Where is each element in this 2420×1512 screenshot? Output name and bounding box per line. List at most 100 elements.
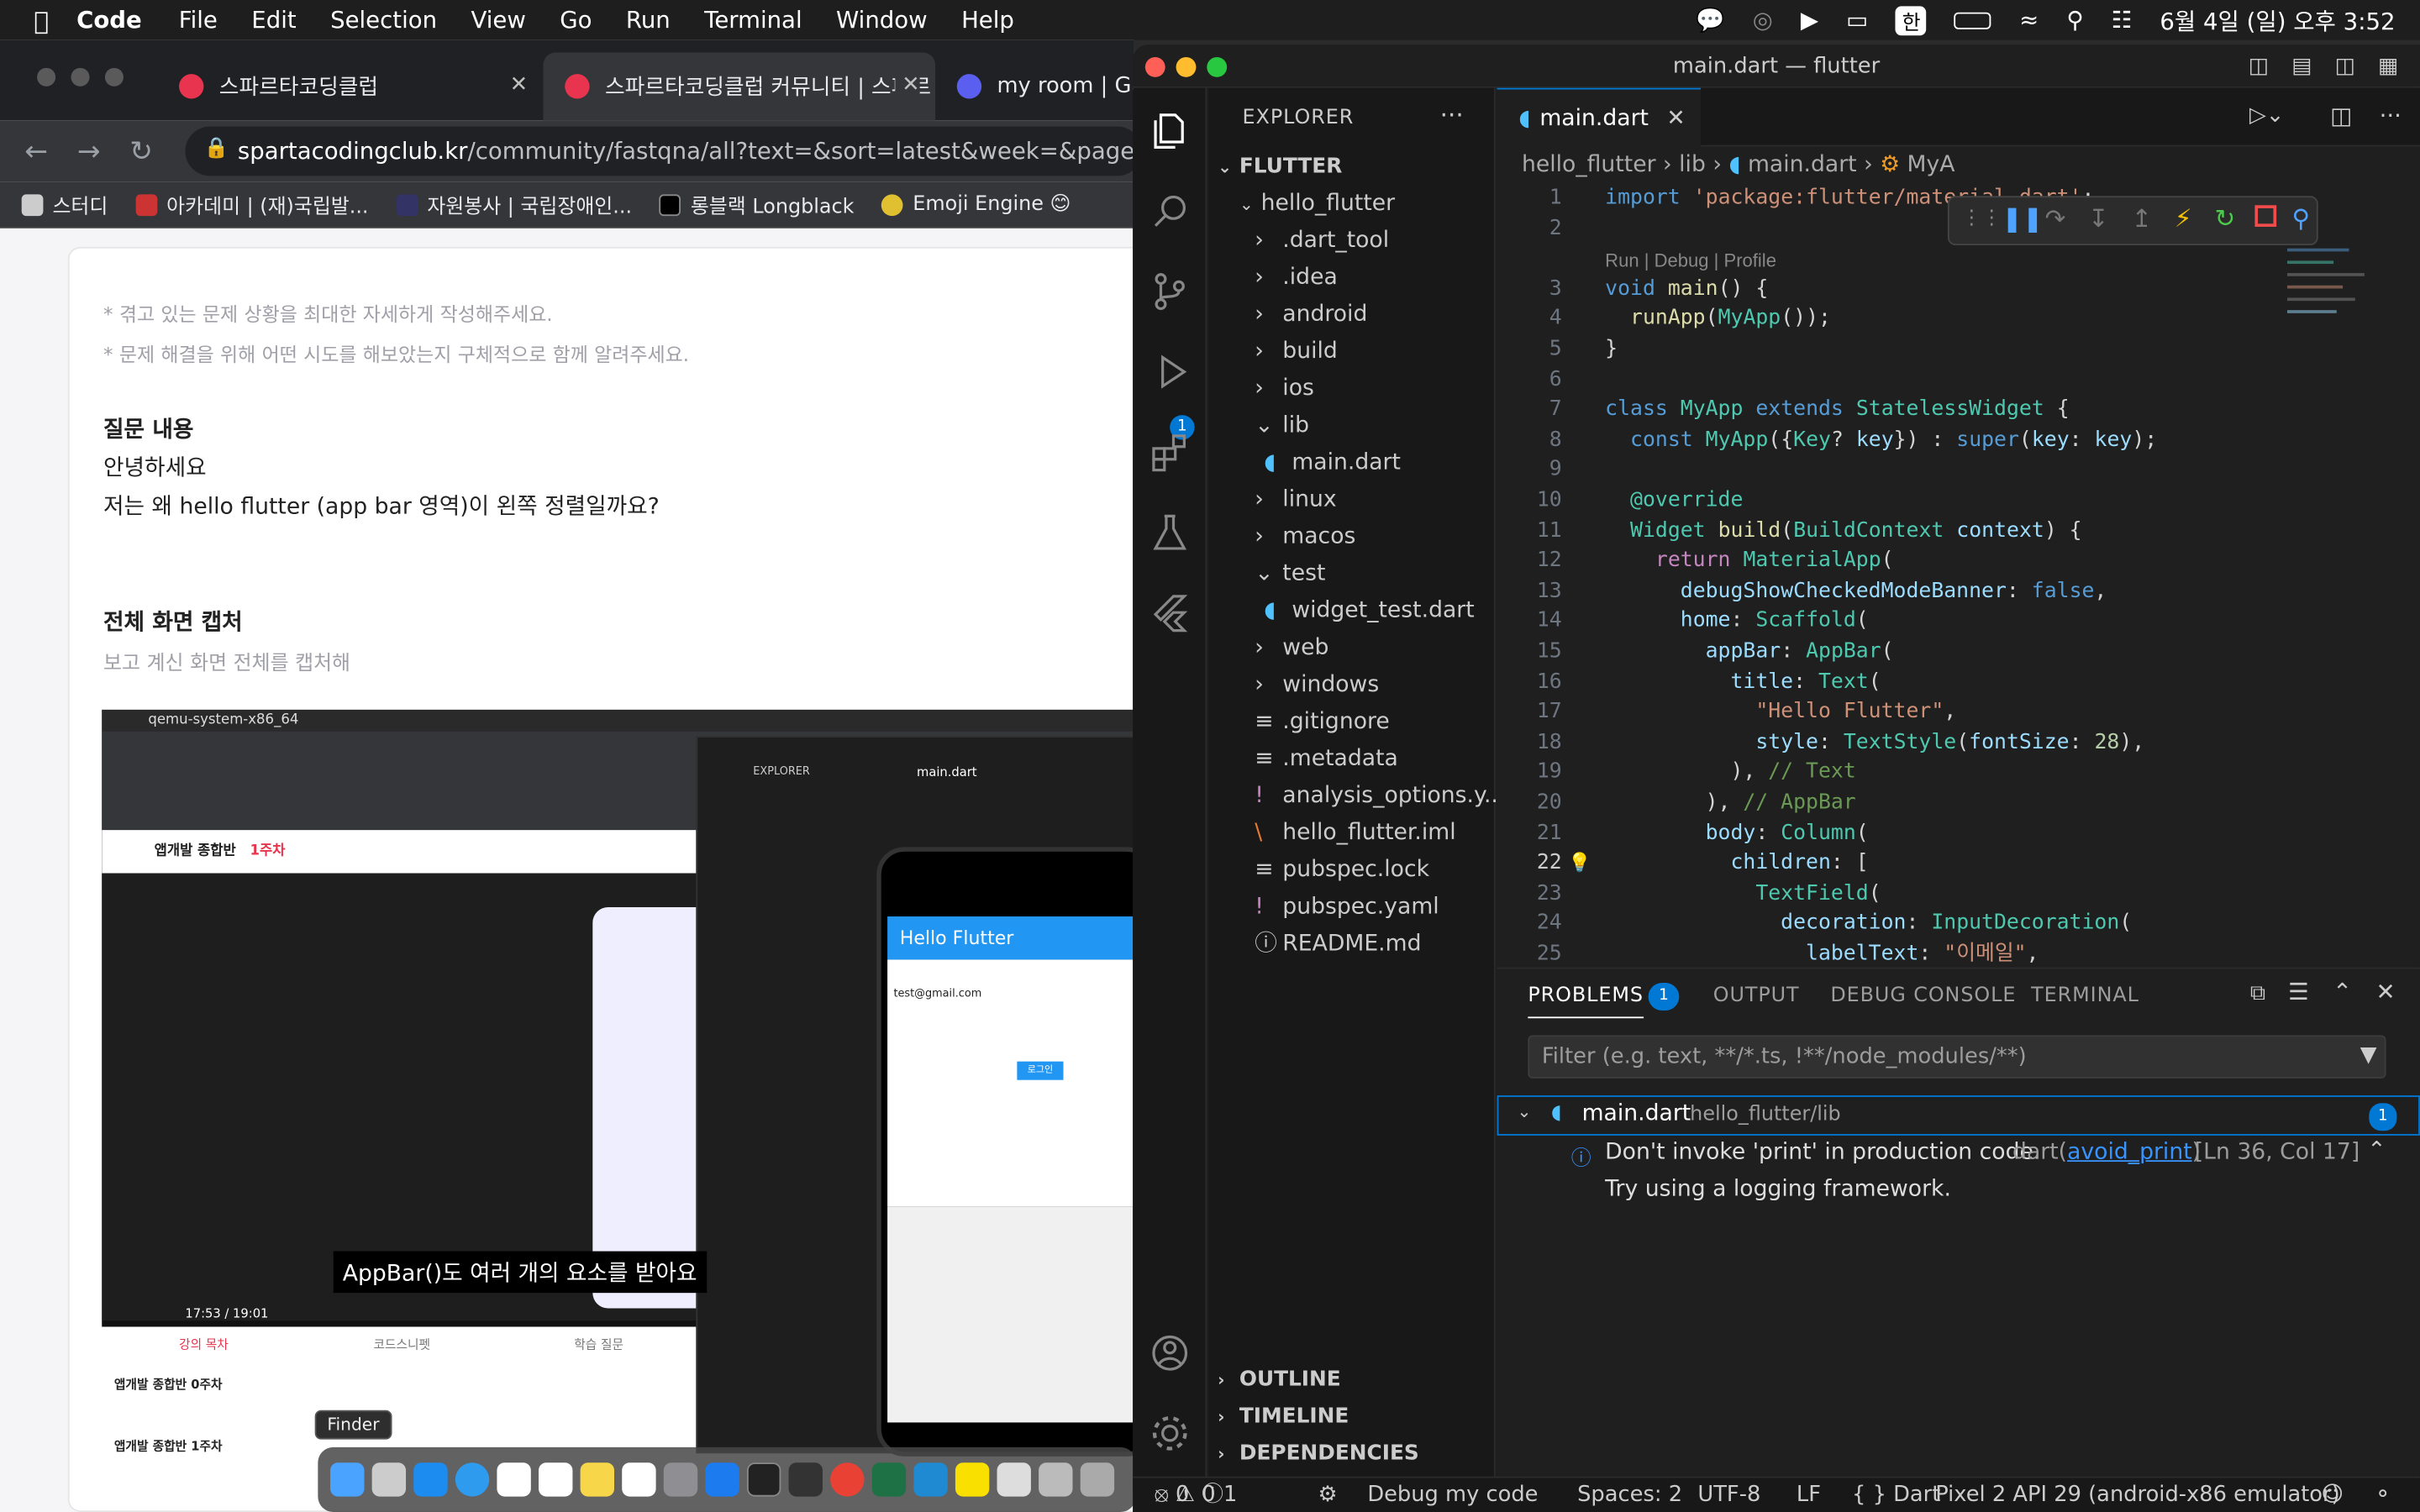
menu-terminal[interactable]: Terminal [704,6,802,34]
reload-icon[interactable]: ↻ [129,135,160,168]
close-window-button[interactable] [1144,56,1165,77]
minimize-window-button[interactable] [1176,56,1197,77]
week-1-item[interactable]: 앱개발 종합반 1주차 [114,1438,223,1455]
tab-code-snippet[interactable]: 코드스니펫 [373,1336,430,1353]
filter-funnel-icon[interactable]: ▼ [2360,1043,2377,1068]
tree-item-pubspec-yaml[interactable]: ! pubspec.yaml [1255,890,1439,924]
bookmark-longblack[interactable]: 롱블랙 Longblack [660,190,854,219]
question-line-2[interactable]: 저는 왜 hello flutter (app bar 영역)이 왼쪽 정렬일까… [103,489,660,522]
chrome-tab-1[interactable]: 스파르타코딩클럽 ✕ [157,52,543,120]
collapse-problem-icon[interactable]: ⌃ [2367,1138,2386,1163]
display-icon[interactable]: ▭ [1846,6,1868,34]
problem-rule-link[interactable]: avoid_print [2067,1140,2192,1164]
feedback-icon[interactable]: ☺ [2321,1478,2344,1512]
app-store-icon[interactable] [413,1462,448,1497]
tree-item-lib[interactable]: ⌄ lib [1255,409,1309,443]
step-into-icon[interactable]: ↧ [2088,203,2109,233]
freeform-icon[interactable] [622,1462,656,1497]
maximize-panel-icon[interactable]: ⌃ [2333,978,2352,1005]
pycharm-icon[interactable] [788,1462,823,1497]
tree-item-test[interactable]: ⌄ test [1255,557,1325,591]
safari-icon[interactable] [455,1462,490,1497]
input-method-indicator[interactable]: 한 [1896,5,1927,35]
tree-item-widget-test-dart[interactable]: ◖ widget_test.dart [1264,594,1474,627]
section-dependencies[interactable]: › DEPENDENCIES [1218,1436,1419,1470]
menu-file[interactable]: File [179,6,218,34]
minimap[interactable] [2286,242,2396,412]
control-center-icon[interactable]: ☷ [2112,6,2133,34]
broadcast-icon[interactable]: ◎ [1753,6,1773,34]
tree-item-analysis-options-y[interactable]: ! analysis_options.y... [1255,780,1505,813]
breadcrumb-item[interactable]: MyA [1907,153,1955,177]
breadcrumb-item[interactable]: lib [1679,153,1706,177]
testing-icon[interactable] [1149,511,1192,554]
explorer-icon[interactable] [1149,109,1192,152]
code-line[interactable]: decoration: InputDecoration( [1605,910,2132,940]
step-over-icon[interactable]: ↷ [2045,203,2066,233]
code-line[interactable]: return MaterialApp( [1605,547,1894,577]
close-panel-icon[interactable]: ✕ [2375,978,2395,1005]
notes-icon[interactable] [580,1462,615,1497]
copy-icon[interactable]: ⧉ [2250,981,2265,1005]
notion-icon[interactable] [539,1462,573,1497]
breadcrumb-item[interactable]: main.dart [1748,153,1857,177]
bookmark-study[interactable]: 스터디 [21,190,108,219]
tree-item-android[interactable]: › android [1255,297,1367,331]
chat-icon[interactable]: 💬 [1696,6,1724,34]
flutter-icon[interactable] [1149,591,1192,633]
tree-item-build[interactable]: › build [1255,335,1338,369]
menu-run[interactable]: Run [626,6,671,34]
menubar-clock[interactable]: 6월 4일 (일) 오후 3:52 [2160,4,2395,37]
files-icon[interactable] [1039,1462,1073,1497]
settings-icon[interactable] [663,1462,698,1497]
chrome-icon[interactable] [830,1462,865,1497]
tree-item-ios[interactable]: › ios [1255,372,1314,406]
tree-item-linux[interactable]: › linux [1255,483,1336,517]
code-line[interactable]: ), // AppBar [1605,789,1856,819]
app-menu-code[interactable]: Code [76,6,142,34]
code-line[interactable]: TextField( [1605,879,1881,910]
code-line[interactable]: runApp(MyApp()); [1605,305,1831,335]
problems-filter-input[interactable]: Filter (e.g. text, **/*.ts, !**/node_mod… [1528,1035,2386,1079]
indentation-status[interactable]: Spaces: 2 [1577,1478,1682,1512]
code-line[interactable]: const MyApp({Key? key}) : super(key: key… [1605,426,2157,456]
xcode-icon[interactable] [705,1462,739,1497]
battery-icon[interactable] [1954,11,1992,29]
tab-terminal[interactable]: TERMINAL [2031,984,2139,1008]
minimize-window-button[interactable] [71,67,90,87]
code-line[interactable]: children: [ [1605,849,1868,879]
code-line[interactable]: title: Text( [1605,668,1881,698]
kakaotalk-icon[interactable] [955,1462,990,1497]
breadcrumb-item[interactable]: hello_flutter [1522,153,1656,177]
tree-item-pubspec-lock[interactable]: ≡ pubspec.lock [1255,853,1429,887]
editor-more-icon[interactable]: ··· [2380,102,2402,129]
close-window-button[interactable] [37,67,56,87]
tree-item-hello-flutter[interactable]: ⌄ hello_flutter [1239,186,1395,220]
lightbulb-icon[interactable]: 💡 [1568,849,1591,879]
wifi-icon[interactable]: ≈ [2019,6,2039,34]
run-debug-icon[interactable] [1149,350,1192,393]
problem-file-row[interactable]: ⌄ ◖ main.dart hello_flutter/lib 1 [1497,1095,2420,1136]
split-editor-icon[interactable]: ◫ [2330,102,2352,129]
restart-icon[interactable]: ↻ [2215,203,2236,233]
play-circle-icon[interactable]: ▶ [1801,6,1818,34]
more-actions-icon[interactable]: ··· [1440,100,1464,129]
menu-edit[interactable]: Edit [251,6,296,34]
code-line[interactable]: body: Column( [1605,819,1869,849]
flutter-inspector-icon[interactable]: ⚲ [2291,203,2310,233]
finder-icon[interactable] [330,1462,365,1497]
tab-curriculum[interactable]: 강의 목차 [179,1336,229,1353]
question-line-1[interactable]: 안녕하세요 [103,450,207,483]
customize-layout-icon[interactable]: ▦ [2378,45,2398,87]
tree-item-macos[interactable]: › macos [1255,520,1355,554]
apple-icon[interactable]:  [34,5,49,34]
menu-window[interactable]: Window [836,6,928,34]
view-as-list-icon[interactable]: ☰ [2288,978,2309,1005]
code-line[interactable]: appBar: AppBar( [1605,638,1894,668]
zoom-window-button[interactable] [104,67,124,87]
trash-icon[interactable] [1080,1462,1115,1497]
address-bar[interactable]: 🔒 spartacodingclub.kr/community/fastqna/… [185,126,1134,176]
run-file-icon[interactable]: ▷⌄ [2249,103,2284,128]
search-icon[interactable] [1149,190,1192,233]
tree-item-dart-tool[interactable]: › .dart_tool [1255,223,1389,257]
